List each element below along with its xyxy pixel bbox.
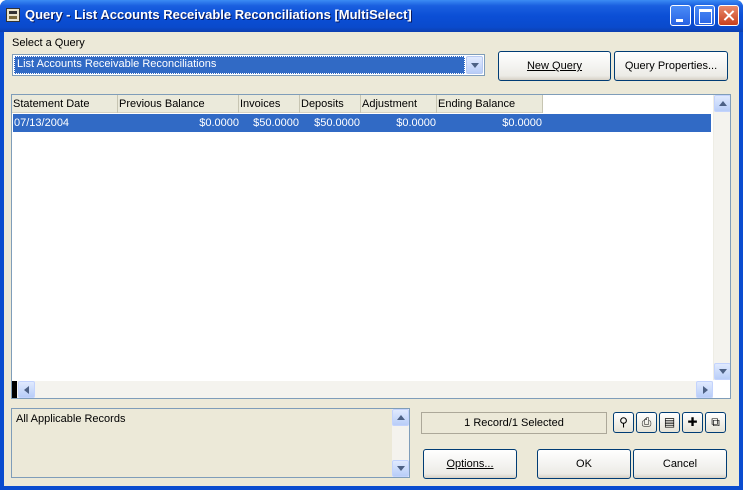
chevron-down-icon	[397, 466, 405, 471]
scrollbar-thumb[interactable]	[12, 381, 17, 398]
table-row[interactable]: 07/13/2004 $0.0000 $50.0000 $50.0000 $0.…	[13, 114, 711, 132]
ok-button[interactable]: OK	[537, 449, 631, 479]
record-count-status: 1 Record/1 Selected	[421, 412, 607, 434]
scroll-up-button[interactable]	[392, 409, 409, 426]
cancel-label: Cancel	[662, 458, 698, 470]
query-select-value: List Accounts Receivable Reconciliations	[14, 56, 465, 74]
scroll-down-button[interactable]	[392, 460, 409, 477]
select-icon[interactable]: ✚	[682, 412, 703, 433]
column-header-statement-date[interactable]: Statement Date	[12, 95, 118, 113]
cell-adjustment: $0.0000	[396, 117, 436, 129]
minimize-button[interactable]	[670, 5, 691, 26]
cell-deposits: $50.0000	[314, 117, 360, 129]
copy-icon[interactable]: ⧉	[705, 412, 726, 433]
column-header-adjustment[interactable]: Adjustment	[361, 95, 437, 113]
results-list[interactable]: Statement Date Previous Balance Invoices…	[11, 94, 731, 399]
chevron-left-icon	[24, 386, 29, 394]
dialog-client-area: Select a Query List Accounts Receivable …	[4, 32, 739, 486]
chevron-down-icon	[719, 369, 727, 374]
filter-text: All Applicable Records	[16, 413, 126, 425]
column-header-ending-balance[interactable]: Ending Balance	[437, 95, 543, 113]
options-label: Options...	[446, 458, 494, 470]
scroll-right-button[interactable]	[696, 381, 713, 398]
horizontal-scrollbar[interactable]	[12, 381, 713, 398]
cell-invoices: $50.0000	[253, 117, 299, 129]
new-query-label: New Query	[526, 60, 583, 72]
filter-description[interactable]: All Applicable Records	[11, 408, 410, 478]
cancel-button[interactable]: Cancel	[633, 449, 727, 479]
column-header-deposits[interactable]: Deposits	[300, 95, 361, 113]
new-query-button[interactable]: New Query	[498, 51, 611, 81]
query-window: Query - List Accounts Receivable Reconci…	[0, 0, 743, 490]
close-button[interactable]	[718, 5, 739, 26]
options-button[interactable]: Options...	[423, 449, 517, 479]
query-select[interactable]: List Accounts Receivable Reconciliations	[12, 54, 485, 76]
query-properties-button[interactable]: Query Properties...	[614, 51, 728, 81]
cell-previous-balance: $0.0000	[199, 117, 239, 129]
cell-ending-balance: $0.0000	[502, 117, 542, 129]
print-preview-icon[interactable]: ▤	[659, 412, 680, 433]
print-icon[interactable]: ⎙	[636, 412, 657, 433]
chevron-up-icon	[397, 415, 405, 420]
window-title: Query - List Accounts Receivable Reconci…	[25, 7, 412, 22]
query-properties-label: Query Properties...	[624, 60, 718, 72]
app-icon[interactable]	[6, 8, 20, 22]
title-bar[interactable]: Query - List Accounts Receivable Reconci…	[0, 0, 743, 32]
column-header-previous-balance[interactable]: Previous Balance	[118, 95, 239, 113]
select-query-label: Select a Query	[12, 37, 85, 49]
chevron-down-icon[interactable]	[466, 56, 483, 74]
ok-label: OK	[576, 458, 592, 470]
chevron-right-icon	[703, 386, 708, 394]
vertical-scrollbar[interactable]	[713, 95, 730, 380]
find-icon[interactable]: ⚲	[613, 412, 634, 433]
cell-statement-date: 07/13/2004	[14, 117, 70, 129]
maximize-button[interactable]	[694, 5, 715, 26]
scroll-up-button[interactable]	[714, 95, 730, 112]
filter-scrollbar[interactable]	[392, 409, 409, 477]
column-header-invoices[interactable]: Invoices	[239, 95, 300, 113]
chevron-up-icon	[719, 101, 727, 106]
column-header-row: Statement Date Previous Balance Invoices…	[12, 95, 543, 113]
scroll-left-button[interactable]	[18, 381, 35, 398]
scroll-down-button[interactable]	[714, 363, 730, 380]
